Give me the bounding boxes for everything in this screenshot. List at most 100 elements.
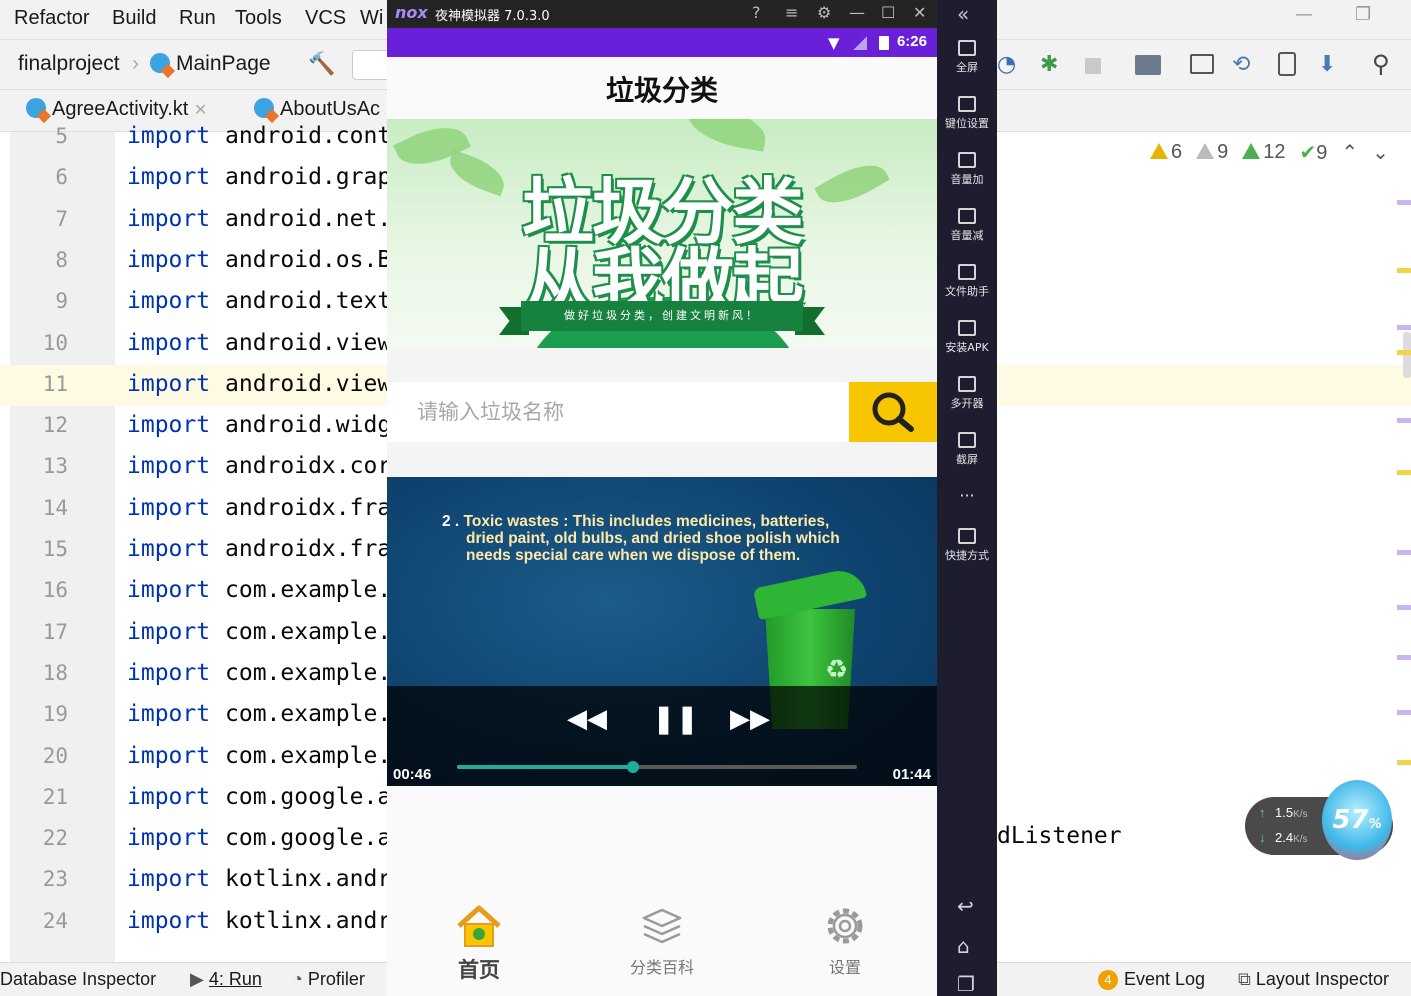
chevron-down-icon[interactable]: ⌄ [1372,140,1389,165]
code-line[interactable]: 22 import com.google.a [0,820,400,861]
error-stripe-mark[interactable] [1397,760,1411,765]
database-inspector-tab[interactable]: Database Inspector [0,969,156,990]
caption-line: dried paint, old bulbs, and dried shoe p… [466,530,840,547]
sidebar-fullscreen[interactable]: 全屏 [937,40,997,75]
weak-warning-count: 9 [1196,141,1228,164]
nav-encyclopedia[interactable]: 分类百科 [602,904,722,978]
project-structure-icon[interactable] [1135,55,1161,75]
sidebar-keymap[interactable]: 键位设置 [937,96,997,131]
breadcrumb-file[interactable]: MainPage [150,52,271,76]
inspection-widget[interactable]: 6 9 12 ✔9 ⌃ ⌄ [1150,140,1389,165]
debug-icon[interactable]: ✱ [1040,52,1058,77]
code-line[interactable]: 19 import com.example. [0,696,400,737]
build-hammer-icon[interactable]: 🔨 [308,52,335,77]
code-line[interactable]: 14 import androidx.fra [0,490,400,531]
sidebar-multi-instance[interactable]: 多开器 [937,376,997,411]
nav-settings[interactable]: 设置 [785,904,905,978]
stop-icon[interactable] [1085,58,1101,74]
profiler-tab[interactable]: ◔ Profiler [292,969,365,990]
collapse-sidebar-icon[interactable]: « [957,2,969,26]
chevron-up-icon[interactable]: ⌃ [1341,140,1358,165]
code-line[interactable]: 23 import kotlinx.andr [0,861,400,902]
sidebar-more[interactable]: ··· [937,486,997,505]
nav-home[interactable]: 首页 [419,904,539,984]
rewind-button[interactable]: ◀◀ [567,704,607,734]
sync-icon[interactable]: ⟲ [1232,52,1250,77]
video-player[interactable]: 2 . Toxic wastes : This includes medicin… [387,477,937,786]
menu-vcs[interactable]: VCS [305,7,346,30]
menu-window[interactable]: Wi [360,7,383,30]
recent-apps-icon[interactable]: ❐ [957,972,975,996]
menu-tools[interactable]: Tools [235,7,282,30]
breadcrumb-separator: › [132,52,139,75]
error-stripe-mark[interactable] [1397,418,1411,423]
sidebar-shortcut[interactable]: 快捷方式 [937,528,997,563]
memory-ball[interactable]: 57% [1322,780,1392,860]
code-line[interactable]: 5 import android.cont [0,118,400,159]
banner-image[interactable]: 垃圾分类 从我做起 做好垃圾分类，创建文明新风！ [387,119,937,348]
code-line[interactable]: 10 import android.view [0,325,400,366]
minimize-icon[interactable]: — [1295,4,1313,25]
error-stripe-mark[interactable] [1397,268,1411,273]
profile-icon[interactable]: ◔ [997,52,1016,77]
menu-icon[interactable]: ≡ [785,3,798,22]
code-line[interactable]: 11 import android.view [0,366,400,407]
close-tab-icon[interactable]: ✕ [194,102,207,119]
restore-icon[interactable]: ❐ [1355,4,1371,25]
code-line[interactable]: 16 import com.example. [0,572,400,613]
gear-icon[interactable]: ⚙ [817,3,831,22]
error-stripe-mark[interactable] [1397,550,1411,555]
sidebar-volume-up[interactable]: 音量加 [937,152,997,187]
sdk-manager-icon[interactable]: ⬇ [1318,52,1336,77]
code-line[interactable]: 24 import kotlinx.andr [0,903,400,944]
breadcrumb-project[interactable]: finalproject [18,52,120,76]
error-stripe-mark[interactable] [1397,350,1411,355]
error-stripe-mark[interactable] [1397,655,1411,660]
seek-thumb[interactable] [627,761,639,773]
error-stripe-mark[interactable] [1397,200,1411,205]
code-line[interactable]: 6 import android.grap [0,159,400,200]
menu-refactor[interactable]: Refactor [14,7,90,30]
code-line[interactable]: 13 import androidx.cor [0,448,400,489]
editor-scrollbar[interactable] [1403,332,1411,378]
code-line[interactable]: 7 import android.net. [0,201,400,242]
content-area [387,786,937,896]
run-config-selector[interactable] [352,50,392,80]
keyword: import [127,123,211,149]
close-icon[interactable]: ✕ [913,3,926,22]
home-key-icon[interactable]: ⌂ [957,934,970,958]
error-stripe-mark[interactable] [1397,710,1411,715]
code-line[interactable]: 17 import com.example. [0,614,400,655]
minimize-icon[interactable]: — [849,3,865,22]
search-button[interactable] [849,382,937,442]
code-line[interactable]: 20 import com.example. [0,738,400,779]
menu-build[interactable]: Build [112,7,156,30]
run-tab[interactable]: ▶ 4: Run [190,969,262,990]
avd-manager-icon[interactable] [1278,52,1296,76]
error-stripe-mark[interactable] [1397,605,1411,610]
error-stripe-mark[interactable] [1397,325,1411,330]
fast-forward-button[interactable]: ▶▶ [730,704,770,734]
search-icon[interactable]: ⚲ [1372,50,1390,78]
menu-run[interactable]: Run [179,7,216,30]
maximize-icon[interactable]: ☐ [881,3,895,22]
sidebar-volume-down[interactable]: 音量减 [937,208,997,243]
event-log-tab[interactable]: 4 Event Log [1098,969,1205,990]
layout-inspector-tab[interactable]: ⧉ Layout Inspector [1238,969,1389,990]
search-input[interactable] [387,382,849,442]
sidebar-file-helper[interactable]: 文件助手 [937,264,997,299]
code-line[interactable]: 9 import android.text [0,283,400,324]
help-icon[interactable]: ? [752,3,761,22]
pause-button[interactable]: ❚❚ [652,702,699,735]
code-line[interactable]: 8 import android.os.B [0,242,400,283]
back-icon[interactable]: ↩ [957,894,974,918]
sidebar-install-apk[interactable]: 安装APK [937,320,997,355]
code-line[interactable]: 12 import android.widg [0,407,400,448]
code-line[interactable]: 15 import androidx.fra [0,531,400,572]
seek-bar[interactable] [457,761,857,773]
code-line[interactable]: 21 import com.google.a [0,779,400,820]
sidebar-screenshot[interactable]: 截屏 [937,432,997,467]
code-line[interactable]: 18 import com.example. [0,655,400,696]
device-manager-icon[interactable] [1190,54,1214,74]
error-stripe-mark[interactable] [1397,470,1411,475]
